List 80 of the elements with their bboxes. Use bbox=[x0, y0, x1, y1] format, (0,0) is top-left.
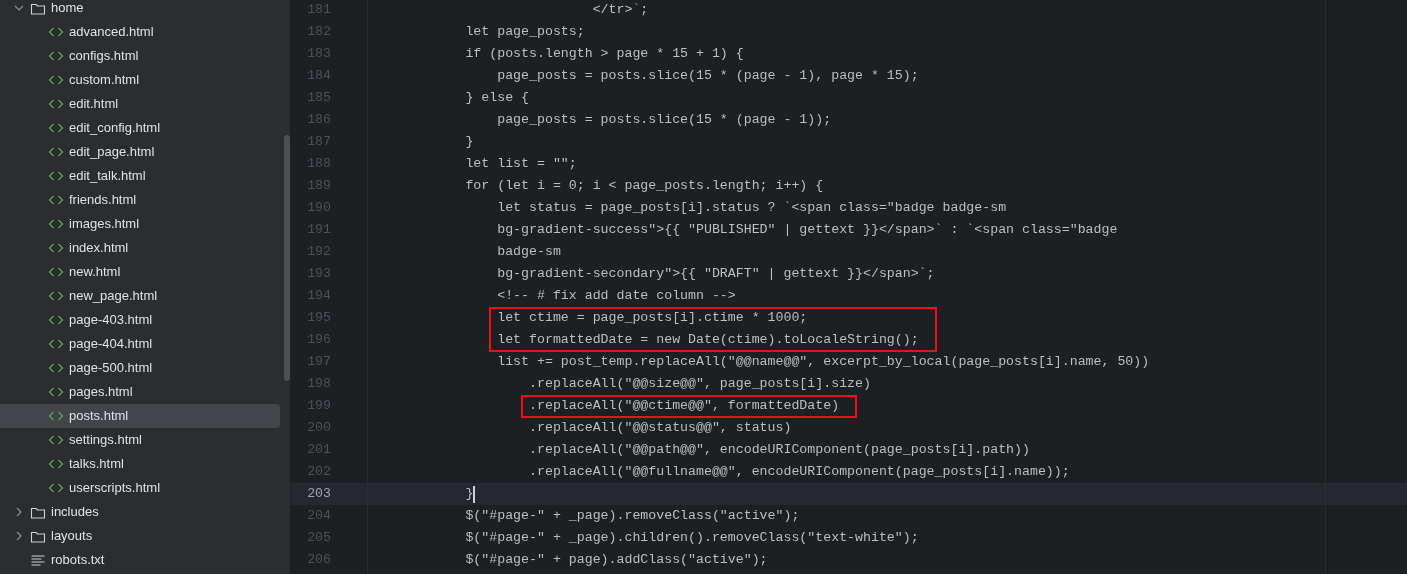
file-item[interactable]: new_page.html bbox=[0, 284, 280, 308]
code-file-icon bbox=[47, 386, 65, 398]
code-line: <!-- # fix add date column --> bbox=[496, 287, 736, 306]
code-file-icon bbox=[47, 434, 65, 446]
file-item[interactable]: posts.html bbox=[0, 404, 280, 428]
file-item[interactable]: edit_config.html bbox=[0, 116, 280, 140]
folder-item[interactable]: home bbox=[0, 0, 280, 20]
scrollbar-thumb[interactable] bbox=[284, 135, 290, 381]
folder-item[interactable]: layouts bbox=[0, 524, 280, 548]
code-line: if (posts.length > page * 15 + 1) { bbox=[464, 45, 744, 64]
code-file-icon bbox=[47, 290, 65, 302]
file-item[interactable]: page-403.html bbox=[0, 308, 280, 332]
code-file-icon bbox=[47, 146, 65, 158]
code-line: $("#page-" + _page).children().removeClass("text-white"); bbox=[464, 529, 919, 548]
file-item[interactable]: configs.html bbox=[0, 44, 280, 68]
folder-item[interactable]: includes bbox=[0, 500, 280, 524]
file-item[interactable]: page-500.html bbox=[0, 356, 280, 380]
file-item[interactable]: index.html bbox=[0, 236, 280, 260]
code-line: } bbox=[464, 485, 474, 504]
folder-icon bbox=[29, 1, 47, 15]
file-item[interactable]: custom.html bbox=[0, 68, 280, 92]
text-file-icon bbox=[29, 554, 47, 566]
code-file-icon bbox=[47, 482, 65, 494]
chevron-right-icon bbox=[16, 531, 22, 541]
code-line: bg-gradient-secondary">{{ "DRAFT" | gettext }}</span>`; bbox=[496, 265, 935, 284]
code-file-icon bbox=[47, 338, 65, 350]
code-file-icon bbox=[47, 74, 65, 86]
code-line: $("#page-" + _page).removeClass("active"); bbox=[464, 507, 800, 526]
code-file-icon bbox=[47, 218, 65, 230]
code-file-icon bbox=[47, 122, 65, 134]
code-line: list += post_temp.replaceAll("@@name@@", excerpt_by_local(page_posts[i].name, 50)) bbox=[496, 353, 1150, 372]
file-item[interactable]: edit_talk.html bbox=[0, 164, 280, 188]
code-file-icon bbox=[47, 266, 65, 278]
line-number: 203 bbox=[306, 485, 331, 504]
file-item[interactable]: robots.txt bbox=[0, 548, 280, 572]
file-item[interactable]: userscripts.html bbox=[0, 476, 280, 500]
code-line: } else { bbox=[464, 89, 530, 108]
code-line: .replaceAll("@@ctime@@", formattedDate) bbox=[528, 397, 840, 416]
chevron-right-icon bbox=[16, 507, 22, 517]
code-line: badge-sm bbox=[496, 243, 561, 262]
code-line: let formattedDate = new Date(ctime).toLocaleString(); bbox=[496, 331, 919, 350]
text-cursor bbox=[473, 485, 476, 503]
file-item[interactable]: new.html bbox=[0, 260, 280, 284]
file-item[interactable]: edit_page.html bbox=[0, 140, 280, 164]
code-line: .replaceAll("@@fullname@@", encodeURIComponent(page_posts[i].name)); bbox=[528, 463, 1070, 482]
file-item[interactable]: page-404.html bbox=[0, 332, 280, 356]
file-item[interactable]: edit.html bbox=[0, 92, 280, 116]
chevron-down-icon bbox=[14, 5, 24, 11]
code-file-icon bbox=[47, 410, 65, 422]
code-file-icon bbox=[47, 98, 65, 110]
file-item[interactable]: talks.html bbox=[0, 452, 280, 476]
code-line: let page_posts; bbox=[464, 23, 585, 42]
code-line: .replaceAll("@@status@@", status) bbox=[528, 419, 792, 438]
code-line: for (let i = 0; i < page_posts.length; i++) { bbox=[464, 177, 824, 196]
code-line: let ctime = page_posts[i].ctime * 1000; bbox=[496, 309, 808, 328]
code-line: page_posts = posts.slice(15 * (page - 1), page * 15); bbox=[496, 67, 919, 86]
code-line: let status = page_posts[i].status ? `<span class="badge badge-sm bbox=[496, 199, 1007, 218]
code-file-icon bbox=[47, 194, 65, 206]
file-item[interactable]: friends.html bbox=[0, 188, 280, 212]
code-file-icon bbox=[47, 242, 65, 254]
code-line: $("#page-" + page).addClass("active"); bbox=[464, 551, 768, 570]
code-file-icon bbox=[47, 26, 65, 38]
code-file-icon bbox=[47, 170, 65, 182]
file-item[interactable]: advanced.html bbox=[0, 20, 280, 44]
code-line: } bbox=[464, 133, 474, 152]
folder-icon bbox=[29, 529, 47, 543]
code-line: </tr>`; bbox=[591, 1, 649, 20]
code-line: let list = ""; bbox=[464, 155, 577, 174]
code-file-icon bbox=[47, 362, 65, 374]
file-item[interactable]: pages.html bbox=[0, 380, 280, 404]
code-line: bg-gradient-success">{{ "PUBLISHED" | gettext }}</span>` : `<span class="badge bbox=[496, 221, 1118, 240]
file-item[interactable]: images.html bbox=[0, 212, 280, 236]
folder-icon bbox=[29, 505, 47, 519]
file-item[interactable]: settings.html bbox=[0, 428, 280, 452]
code-line: .replaceAll("@@size@@", page_posts[i].size) bbox=[528, 375, 871, 394]
code-line: .replaceAll("@@path@@", encodeURIComponent(page_posts[i].path)) bbox=[528, 441, 1030, 460]
code-file-icon bbox=[47, 458, 65, 470]
code-line: page_posts = posts.slice(15 * (page - 1)); bbox=[496, 111, 832, 130]
code-file-icon bbox=[47, 50, 65, 62]
code-file-icon bbox=[47, 314, 65, 326]
